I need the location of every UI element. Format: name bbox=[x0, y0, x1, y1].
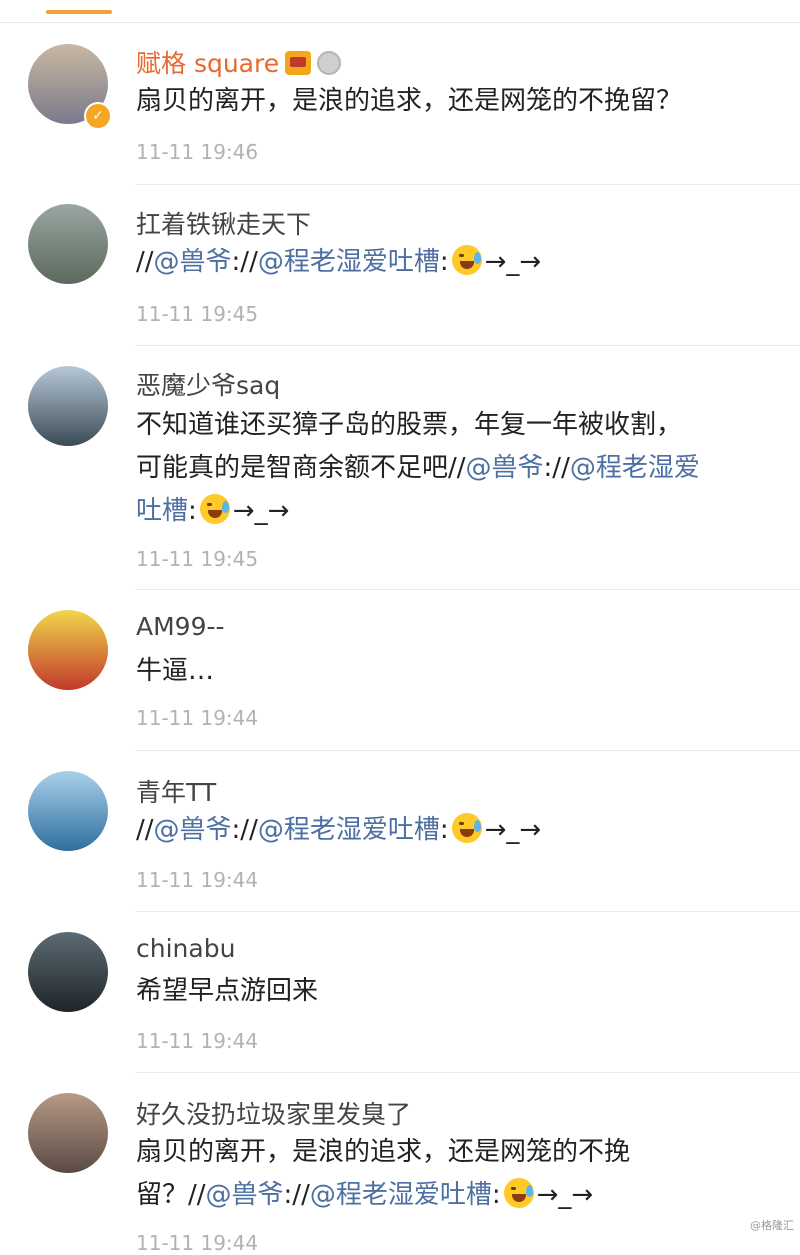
medal-badge-icon bbox=[317, 51, 342, 75]
username-text[interactable]: chinabu bbox=[136, 934, 235, 963]
comment-text-segment: : bbox=[491, 1180, 501, 1210]
arrow-face-text: →_→ bbox=[536, 1180, 594, 1210]
username-text[interactable]: 青年TT bbox=[136, 778, 216, 807]
laugh-cry-emoji-icon bbox=[199, 494, 230, 524]
active-tab-indicator bbox=[46, 10, 112, 14]
laugh-cry-emoji-icon bbox=[451, 245, 482, 275]
comment-item[interactable]: 恶魔少爷saq 不知道谁还买獐子岛的股票，年复一年被收割， 可能真的是智商余额不足吧… bbox=[0, 346, 800, 590]
mention-link[interactable]: @程老湿爱吐槽 bbox=[258, 815, 440, 845]
mention-link[interactable]: @程老湿爱吐槽 bbox=[258, 247, 440, 277]
top-tab-bar bbox=[0, 0, 800, 23]
username[interactable]: AM99-- bbox=[136, 612, 225, 641]
timestamp: 11-11 19:44 bbox=[136, 868, 259, 892]
timestamp: 11-11 19:45 bbox=[136, 302, 259, 326]
comment-text-segment: 留？// bbox=[136, 1180, 206, 1210]
comment-text: //@兽爷://@程老湿爱吐槽: →_→ bbox=[136, 241, 776, 284]
laugh-cry-emoji-icon bbox=[503, 1178, 534, 1208]
comment-item[interactable]: 好久没扔垃圾家里发臭了 扇贝的离开，是浪的追求，还是网笼的不挽 留？//@兽爷://… bbox=[0, 1073, 800, 1255]
timestamp: 11-11 19:44 bbox=[136, 1231, 259, 1255]
avatar[interactable] bbox=[28, 366, 108, 446]
comment-text: 不知道谁还买獐子岛的股票，年复一年被收割， 可能真的是智商余额不足吧//@兽爷:/… bbox=[136, 404, 776, 533]
comment-text: 希望早点游回来 bbox=[136, 970, 776, 1013]
username-text[interactable]: 扛着铁锹走天下 bbox=[136, 210, 311, 239]
watermark: @格隆汇 bbox=[750, 1219, 794, 1232]
mention-link[interactable]: 吐槽 bbox=[136, 496, 188, 526]
avatar[interactable] bbox=[28, 1093, 108, 1173]
comment-text-segment: :// bbox=[543, 453, 570, 483]
comment-text-segment: 希望早点游回来 bbox=[136, 976, 319, 1006]
comment-text-segment: : bbox=[439, 815, 449, 845]
username-text[interactable]: AM99-- bbox=[136, 612, 225, 641]
comment-text-segment: :// bbox=[231, 247, 258, 277]
comment-text-segment: 不知道谁还买獐子岛的股票，年复一年被收割， bbox=[136, 410, 683, 440]
username[interactable]: chinabu bbox=[136, 934, 235, 963]
comment-text-segment: :// bbox=[231, 815, 258, 845]
avatar[interactable] bbox=[28, 610, 108, 690]
arrow-face-text: →_→ bbox=[232, 496, 290, 526]
comment-text-segment: : bbox=[439, 247, 449, 277]
username[interactable]: 青年TT bbox=[136, 773, 216, 809]
comment-item[interactable]: chinabu 希望早点游回来 11-11 19:44 bbox=[0, 912, 800, 1073]
comment-text-segment: :// bbox=[283, 1180, 310, 1210]
timestamp: 11-11 19:44 bbox=[136, 1029, 259, 1053]
timestamp: 11-11 19:44 bbox=[136, 706, 259, 730]
laugh-cry-emoji-icon bbox=[451, 813, 482, 843]
username-text[interactable]: 恶魔少爷saq bbox=[136, 371, 280, 400]
comment-text-segment: : bbox=[188, 496, 197, 526]
comment-text-segment: // bbox=[136, 247, 154, 277]
comment-text-segment: 扇贝的离开，是浪的追求，还是网笼的不挽留？ bbox=[136, 86, 683, 116]
arrow-face-text: →_→ bbox=[484, 247, 542, 277]
comment-text: 牛逼… bbox=[136, 650, 776, 693]
username-text[interactable]: 好久没扔垃圾家里发臭了 bbox=[136, 1100, 411, 1129]
comment-item[interactable]: ✓ 赋格 square 扇贝的离开，是浪的追求，还是网笼的不挽留？ 11-11 19:… bbox=[0, 22, 800, 185]
mention-link[interactable]: @兽爷 bbox=[154, 815, 232, 845]
comment-item[interactable]: AM99-- 牛逼… 11-11 19:44 bbox=[0, 590, 800, 751]
mention-link[interactable]: @程老湿爱吐槽 bbox=[310, 1180, 492, 1210]
mention-link[interactable]: @兽爷 bbox=[154, 247, 232, 277]
avatar[interactable] bbox=[28, 204, 108, 284]
comment-text: 扇贝的离开，是浪的追求，还是网笼的不挽留？ bbox=[136, 80, 776, 123]
username-text[interactable]: 赋格 square bbox=[136, 49, 279, 78]
mention-link[interactable]: @程老湿爱 bbox=[570, 453, 700, 483]
crown-badge-icon bbox=[285, 51, 312, 75]
avatar[interactable] bbox=[28, 771, 108, 851]
username[interactable]: 扛着铁锹走天下 bbox=[136, 205, 311, 241]
username[interactable]: 好久没扔垃圾家里发臭了 bbox=[136, 1095, 411, 1131]
verified-badge-icon: ✓ bbox=[84, 102, 112, 130]
comment-text: //@兽爷://@程老湿爱吐槽: →_→ bbox=[136, 809, 776, 852]
comment-text-segment: 牛逼… bbox=[136, 656, 215, 686]
comment-item[interactable]: 扛着铁锹走天下 //@兽爷://@程老湿爱吐槽: →_→ 11-11 19:45 bbox=[0, 185, 800, 346]
comment-item[interactable]: 青年TT //@兽爷://@程老湿爱吐槽: →_→ 11-11 19:44 bbox=[0, 751, 800, 912]
arrow-face-text: →_→ bbox=[484, 815, 542, 845]
timestamp: 11-11 19:46 bbox=[136, 140, 259, 164]
comment-text-segment: // bbox=[136, 815, 154, 845]
username[interactable]: 赋格 square bbox=[136, 44, 342, 80]
comment-text-segment: 可能真的是智商余额不足吧// bbox=[136, 453, 466, 483]
mention-link[interactable]: @兽爷 bbox=[466, 453, 544, 483]
comment-text: 扇贝的离开，是浪的追求，还是网笼的不挽 留？//@兽爷://@程老湿爱吐槽: →_→ bbox=[136, 1131, 776, 1217]
comment-text-segment: 扇贝的离开，是浪的追求，还是网笼的不挽 bbox=[136, 1137, 631, 1167]
mention-link[interactable]: @兽爷 bbox=[206, 1180, 284, 1210]
timestamp: 11-11 19:45 bbox=[136, 547, 259, 571]
avatar[interactable] bbox=[28, 932, 108, 1012]
username[interactable]: 恶魔少爷saq bbox=[136, 366, 280, 402]
